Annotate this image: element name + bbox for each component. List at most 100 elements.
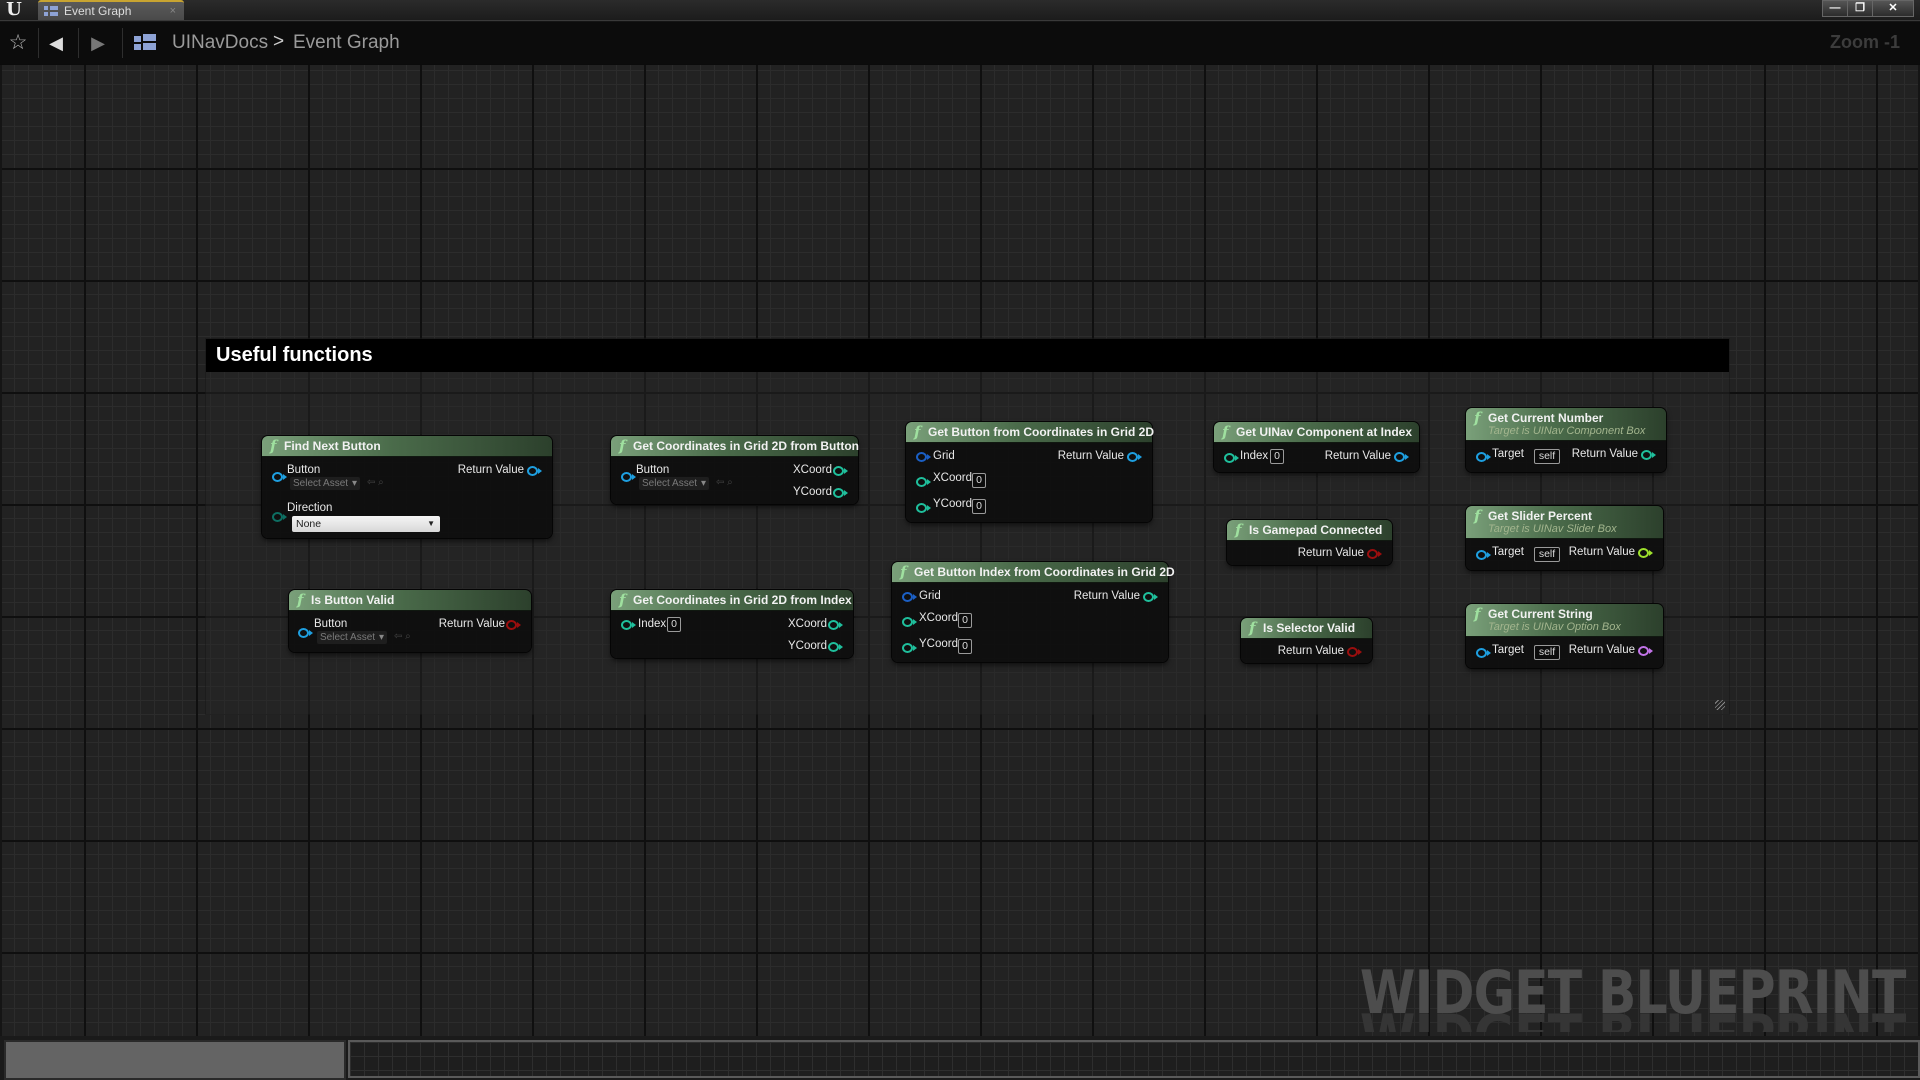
- pin-return-value[interactable]: [1394, 452, 1409, 462]
- node-title: Get Button Index from Coordinates in Gri…: [914, 565, 1175, 579]
- node-header[interactable]: f Is Gamepad Connected: [1227, 520, 1392, 541]
- restore-button[interactable]: ❐: [1847, 0, 1873, 17]
- node-header[interactable]: f Get Coordinates in Grid 2D from Button: [611, 436, 859, 457]
- node-find-next-button[interactable]: f Find Next Button Button Select Asset ⇦…: [262, 436, 552, 538]
- node-is-selector-valid[interactable]: f Is Selector Valid Return Value: [1241, 618, 1372, 663]
- node-header[interactable]: f Get Current String Target is UINav Opt…: [1466, 604, 1663, 637]
- pin-index-input[interactable]: [1224, 453, 1239, 463]
- pin-label: Grid: [933, 450, 955, 462]
- asset-tools-icon[interactable]: ⇦ ⌕: [367, 477, 384, 488]
- function-icon: f: [1249, 619, 1256, 637]
- pin-target-input[interactable]: [1476, 452, 1491, 462]
- pin-label: Button: [314, 618, 348, 630]
- bottom-left-panel: [4, 1040, 346, 1080]
- pin-return-value[interactable]: [1143, 592, 1158, 602]
- back-arrow-icon[interactable]: ◀: [44, 30, 68, 56]
- pin-button-input[interactable]: [272, 472, 287, 482]
- function-icon: f: [1235, 521, 1242, 539]
- node-header[interactable]: f Get UINav Component at Index: [1214, 422, 1419, 443]
- pin-label: Return Value: [1324, 450, 1391, 462]
- pin-ycoord-output[interactable]: [833, 488, 848, 498]
- pin-ycoord-input[interactable]: [902, 643, 917, 653]
- pin-button-input[interactable]: [621, 472, 636, 482]
- breadcrumb-event-graph: Event Graph: [293, 32, 400, 53]
- node-header[interactable]: f Get Coordinates in Grid 2D from Index: [611, 590, 853, 611]
- pin-xcoord-output[interactable]: [828, 620, 843, 630]
- target-self-value[interactable]: self: [1534, 547, 1560, 562]
- pin-target-input[interactable]: [1476, 648, 1491, 658]
- ycoord-value-input[interactable]: 0: [958, 639, 972, 654]
- pin-return-value[interactable]: [1638, 646, 1653, 656]
- node-get-slider-percent[interactable]: f Get Slider Percent Target is UINav Sli…: [1466, 506, 1663, 570]
- pin-label: YCoord: [793, 486, 832, 498]
- asset-tools-icon[interactable]: ⇦ ⌕: [394, 631, 411, 642]
- xcoord-value-input[interactable]: 0: [958, 613, 972, 628]
- resize-handle[interactable]: [1715, 700, 1725, 710]
- node-get-coordinates-from-index[interactable]: f Get Coordinates in Grid 2D from Index …: [611, 590, 853, 658]
- node-header[interactable]: f Get Current Number Target is UINav Com…: [1466, 408, 1666, 441]
- node-get-button-from-coordinates[interactable]: f Get Button from Coordinates in Grid 2D…: [906, 422, 1154, 522]
- pin-xcoord-output[interactable]: [833, 466, 848, 476]
- pin-grid-input[interactable]: [902, 592, 917, 602]
- forward-arrow-icon[interactable]: ▶: [86, 30, 110, 56]
- pin-button-input[interactable]: [298, 628, 313, 638]
- bottom-panel: [0, 1036, 1920, 1080]
- node-get-current-string[interactable]: f Get Current String Target is UINav Opt…: [1466, 604, 1663, 668]
- pin-return-value[interactable]: [1367, 549, 1382, 559]
- close-button[interactable]: ✕: [1872, 0, 1914, 17]
- ycoord-value-input[interactable]: 0: [972, 499, 986, 514]
- pin-xcoord-input[interactable]: [916, 477, 931, 487]
- node-get-uinav-component-at-index[interactable]: f Get UINav Component at Index Index 0 R…: [1214, 422, 1419, 472]
- node-title: Get Coordinates in Grid 2D from Index: [633, 593, 852, 607]
- pin-ycoord-input[interactable]: [916, 503, 931, 513]
- node-header[interactable]: f Get Button Index from Coordinates in G…: [892, 562, 1175, 583]
- tab-event-graph[interactable]: Event Graph ×: [38, 0, 184, 20]
- pin-target-input[interactable]: [1476, 550, 1491, 560]
- pin-ycoord-output[interactable]: [828, 642, 843, 652]
- node-is-button-valid[interactable]: f Is Button Valid Button Select Asset ⇦ …: [289, 590, 531, 652]
- minimize-button[interactable]: —: [1822, 0, 1848, 17]
- select-asset-dropdown[interactable]: Select Asset: [639, 477, 709, 490]
- pin-return-value[interactable]: [1127, 452, 1142, 462]
- pin-return-value[interactable]: [1347, 647, 1362, 657]
- node-header[interactable]: f Get Button from Coordinates in Grid 2D: [906, 422, 1154, 443]
- node-title: Get Current Number: [1488, 411, 1604, 425]
- node-title: Get Slider Percent: [1488, 509, 1593, 523]
- node-get-coordinates-from-button[interactable]: f Get Coordinates in Grid 2D from Button…: [611, 436, 859, 504]
- node-header[interactable]: f Is Button Valid: [289, 590, 531, 611]
- node-header[interactable]: f Is Selector Valid: [1241, 618, 1372, 639]
- function-icon: f: [270, 437, 277, 455]
- pin-label: Return Value: [1568, 644, 1635, 656]
- pin-return-value[interactable]: [506, 620, 521, 630]
- node-get-button-index-from-coordinates[interactable]: f Get Button Index from Coordinates in G…: [892, 562, 1175, 662]
- pin-label: Button: [287, 464, 321, 476]
- widget-blueprint-watermark: WIDGET BLUEPRINT: [1360, 958, 1906, 1028]
- comment-header[interactable]: Useful functions: [206, 339, 1729, 372]
- pin-return-value[interactable]: [1641, 450, 1656, 460]
- favorite-star-icon[interactable]: ☆: [6, 30, 30, 56]
- xcoord-value-input[interactable]: 0: [972, 473, 986, 488]
- node-header[interactable]: f Find Next Button: [262, 436, 552, 457]
- pin-direction-input[interactable]: [272, 512, 287, 522]
- pin-return-value[interactable]: [1638, 548, 1653, 558]
- index-value-input[interactable]: 0: [667, 617, 681, 632]
- pin-grid-input[interactable]: [916, 452, 931, 462]
- pin-return-value[interactable]: [527, 466, 542, 476]
- breadcrumb-uinavdocs[interactable]: UINavDocs: [172, 32, 268, 54]
- node-header[interactable]: f Get Slider Percent Target is UINav Sli…: [1466, 506, 1663, 539]
- node-get-current-number[interactable]: f Get Current Number Target is UINav Com…: [1466, 408, 1666, 472]
- asset-tools-icon[interactable]: ⇦ ⌕: [716, 477, 733, 488]
- index-value-input[interactable]: 0: [1270, 449, 1284, 464]
- select-asset-dropdown[interactable]: Select Asset: [317, 631, 387, 644]
- pin-xcoord-input[interactable]: [902, 617, 917, 627]
- target-self-value[interactable]: self: [1534, 645, 1560, 660]
- pin-label: Target: [1492, 546, 1524, 558]
- node-title: Get Current String: [1488, 607, 1593, 621]
- select-asset-dropdown[interactable]: Select Asset: [290, 477, 360, 490]
- target-self-value[interactable]: self: [1534, 449, 1560, 464]
- node-is-gamepad-connected[interactable]: f Is Gamepad Connected Return Value: [1227, 520, 1392, 565]
- tab-close-icon[interactable]: ×: [170, 2, 176, 20]
- zoom-level: Zoom -1: [1830, 32, 1900, 52]
- direction-dropdown[interactable]: None: [292, 516, 440, 532]
- pin-index-input[interactable]: [621, 620, 636, 630]
